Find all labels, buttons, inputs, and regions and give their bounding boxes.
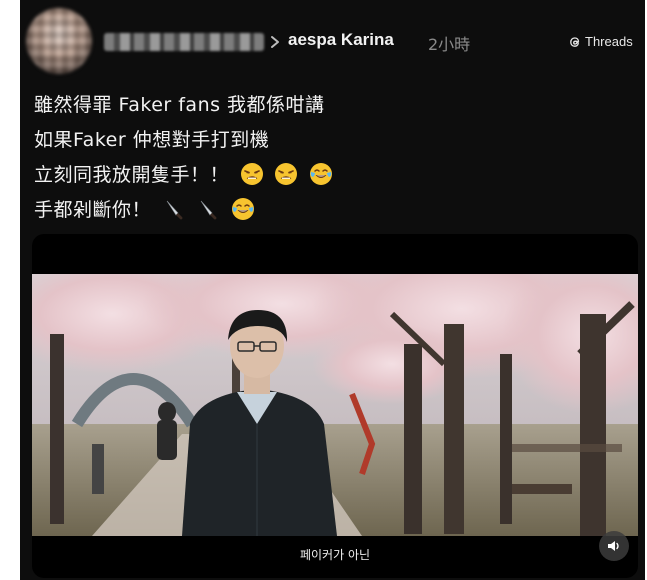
post-text-line-4-text: 手都剁斷你！ xyxy=(34,199,152,221)
persevering-face-emoji xyxy=(240,163,263,185)
video-subtitle: 페이커가 아닌 xyxy=(299,548,371,562)
knife-emoji xyxy=(200,200,217,220)
threads-label: Threads xyxy=(585,34,633,49)
post-text-line-3: 立刻同我放開隻手！！ xyxy=(34,160,333,187)
avatar[interactable] xyxy=(26,8,92,74)
post-text-line-3-text: 立刻同我放開隻手！！ xyxy=(34,164,230,186)
speaker-icon xyxy=(608,541,619,551)
post-time: 2小時 xyxy=(428,35,471,54)
reply-to-username[interactable]: aespa Karina xyxy=(288,30,394,50)
threads-logo-icon xyxy=(570,36,580,47)
threads-post: aespa Karina 2小時 Threads 雖然得罪 Faker fans… xyxy=(20,0,645,580)
knife-emoji xyxy=(166,200,183,220)
sound-toggle-button[interactable] xyxy=(599,531,629,561)
blur-overlay xyxy=(26,8,92,74)
screen: aespa Karina 2小時 Threads 雖然得罪 Faker fans… xyxy=(0,0,647,580)
post-text-line-1: 雖然得罪 Faker fans 我都係咁講 xyxy=(34,94,325,116)
post-text-line-2: 如果Faker 仲想對手打到機 xyxy=(34,129,270,151)
persevering-face-emoji xyxy=(275,163,298,185)
chevron-right-icon xyxy=(271,36,279,48)
video-player[interactable]: 페이커가 아닌 xyxy=(32,234,638,578)
tears-of-joy-emoji xyxy=(231,198,254,220)
video-frame[interactable] xyxy=(32,274,638,536)
blurred-username[interactable] xyxy=(104,33,264,51)
post-text-line-4: 手都剁斷你！ xyxy=(34,195,255,222)
tears-of-joy-emoji xyxy=(309,163,332,185)
threads-watermark: Threads xyxy=(568,34,633,49)
